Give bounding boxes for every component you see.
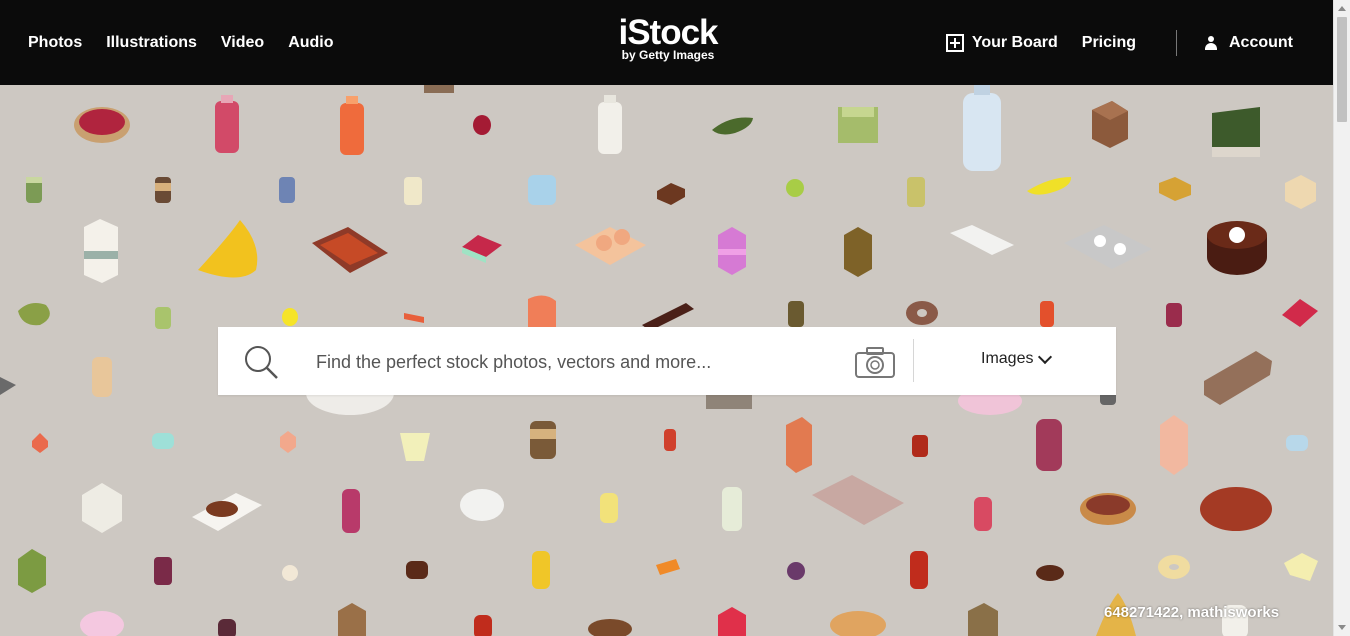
scroll-down-arrow-icon[interactable] bbox=[1338, 625, 1346, 630]
user-nav: Your Board Pricing Account bbox=[945, 0, 1293, 85]
account-link[interactable]: Account bbox=[1205, 34, 1293, 52]
image-credit: 648271422, mathisworks bbox=[1104, 604, 1280, 621]
nav-audio-link[interactable]: Audio bbox=[288, 34, 333, 52]
board-add-icon bbox=[945, 33, 964, 52]
media-type-dropdown[interactable]: Images bbox=[981, 349, 1053, 368]
logo-subtitle: by Getty Images bbox=[621, 48, 715, 62]
scroll-up-arrow-icon[interactable] bbox=[1338, 6, 1346, 11]
nav-photos-link[interactable]: Photos bbox=[28, 34, 82, 52]
logo-wordmark: iStock bbox=[618, 13, 718, 52]
search-bar: Images bbox=[218, 327, 1116, 395]
camera-icon[interactable] bbox=[854, 345, 896, 379]
pricing-link[interactable]: Pricing bbox=[1082, 34, 1136, 52]
account-label: Account bbox=[1229, 33, 1293, 51]
top-navigation-bar: Photos Illustrations Video Audio iStock … bbox=[0, 0, 1333, 85]
your-board-link[interactable]: Your Board bbox=[945, 33, 1058, 52]
page-scrollbar[interactable] bbox=[1333, 0, 1350, 636]
search-icon[interactable] bbox=[243, 344, 279, 380]
media-type-nav: Photos Illustrations Video Audio bbox=[28, 0, 334, 85]
chevron-down-icon bbox=[1038, 349, 1053, 364]
your-board-label: Your Board bbox=[971, 33, 1058, 51]
scroll-thumb[interactable] bbox=[1337, 17, 1347, 122]
user-icon bbox=[1205, 35, 1217, 50]
istock-logo[interactable]: iStock by Getty Images bbox=[612, 14, 724, 70]
nav-illustrations-link[interactable]: Illustrations bbox=[106, 34, 197, 52]
nav-video-link[interactable]: Video bbox=[221, 34, 264, 52]
search-divider bbox=[913, 339, 914, 382]
media-type-label: Images bbox=[981, 350, 1034, 367]
search-input[interactable] bbox=[314, 345, 838, 379]
nav-divider bbox=[1176, 29, 1177, 56]
